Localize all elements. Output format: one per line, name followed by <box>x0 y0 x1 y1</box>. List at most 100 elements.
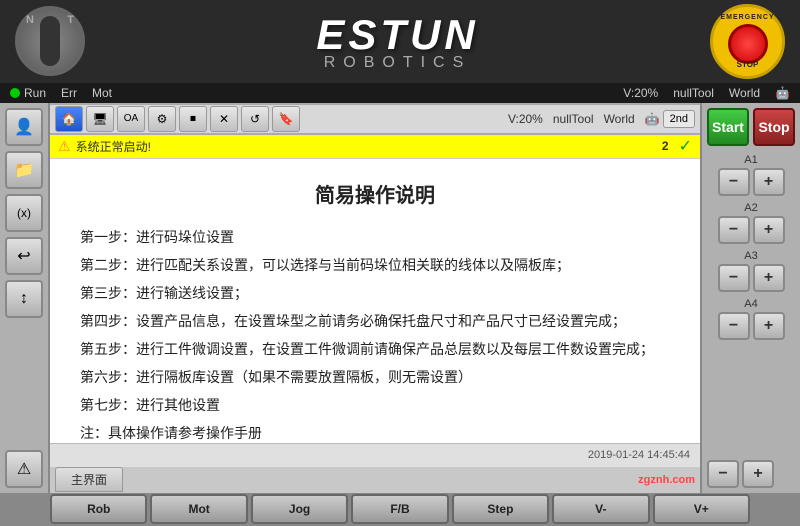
sidebar-btn-move[interactable]: ↕ <box>5 280 43 318</box>
home-icon: 🏠 <box>62 112 77 126</box>
toolbar-bookmark-btn[interactable]: 🔖 <box>272 106 300 132</box>
logo-estun: ESTUN <box>85 11 710 59</box>
a3-label: A3 <box>744 250 757 262</box>
logo-area: ESTUN ROBOTICS <box>85 11 710 72</box>
sidebar-btn-warning[interactable]: ⚠ <box>5 450 43 488</box>
cross-icon: ✕ <box>219 112 229 126</box>
world-display: World <box>604 112 635 126</box>
content-item-7: 注：具体操作请参考操作手册 <box>80 419 670 443</box>
main-area: 👤 📁 (x) ↩ ↕ ⚠ 🏠 <box>0 103 800 493</box>
warning-banner: ⚠ 系统正常启动! 2 ✓ <box>50 135 700 159</box>
a1-minus-btn[interactable]: − <box>718 168 750 196</box>
bottom-plus-btn[interactable]: + <box>742 460 774 488</box>
toolbar-cross-btn[interactable]: ✕ <box>210 106 238 132</box>
a1-label: A1 <box>744 154 757 166</box>
icon-status: 🤖 <box>775 86 790 100</box>
oa-icon: OA <box>124 113 138 124</box>
world-status: World <box>729 86 760 100</box>
key-switch[interactable]: N T <box>15 6 85 76</box>
mot-status: Mot <box>92 86 112 100</box>
sidebar-btn-arrow[interactable]: ↩ <box>5 237 43 275</box>
tab-main[interactable]: 主界面 <box>55 467 123 492</box>
emergency-text-top: EMERGENCY <box>720 14 774 21</box>
bottom-minus-btn[interactable]: − <box>707 460 739 488</box>
toolbar: 🏠 🖥 OA ⚙ ⏹ ✕ ↺ <box>50 103 700 135</box>
refresh-icon: ↺ <box>250 112 260 126</box>
joystick-icon: (x) <box>17 206 31 220</box>
err-status: Err <box>61 86 77 100</box>
tool-status: nullTool <box>673 86 714 100</box>
toolbar-stop-btn[interactable]: ⏹ <box>179 106 207 132</box>
a3-minus-btn[interactable]: − <box>718 264 750 292</box>
main-panel: 简易操作说明 第一步：进行码垛位设置第二步：进行匹配关系设置，可以选择与当前码垛… <box>50 159 700 443</box>
a2-minus-btn[interactable]: − <box>718 216 750 244</box>
toolbar-2nd-btn[interactable]: 2nd <box>663 110 695 128</box>
a3-plus-btn[interactable]: + <box>753 264 785 292</box>
content-item-5: 第六步：进行隔板库设置（如果不需要放置隔板，则无需设置） <box>80 363 670 391</box>
speed-status: V:20% <box>623 86 658 100</box>
toolbar-oa-btn[interactable]: OA <box>117 106 145 132</box>
logo-robotics: ROBOTICS <box>85 54 710 72</box>
run-label: Run <box>24 86 46 100</box>
mot-label: Mot <box>92 86 112 100</box>
header: N T ESTUN ROBOTICS EMERGENCY STOP <box>0 0 800 83</box>
folder-icon: 📁 <box>14 160 34 180</box>
sidebar-btn-user[interactable]: 👤 <box>5 108 43 146</box>
toolbar-refresh-btn[interactable]: ↺ <box>241 106 269 132</box>
stop-icon: ⏹ <box>190 111 196 126</box>
fb-button[interactable]: F/B <box>351 494 448 524</box>
v-plus-button[interactable]: V+ <box>653 494 750 524</box>
emergency-text-bottom: STOP <box>737 60 759 69</box>
warning-num: 2 <box>662 139 669 153</box>
warning-icon: ⚠ <box>17 459 31 479</box>
bottom-bar: Rob Mot Jog F/B Step V- V+ <box>0 493 800 526</box>
bottom-right-buttons: − + <box>707 460 795 488</box>
a3-buttons: − + <box>718 264 785 292</box>
a1-section: A1 − + <box>707 154 795 196</box>
a4-section: A4 − + <box>707 298 795 340</box>
a4-label: A4 <box>744 298 757 310</box>
content-item-0: 第一步：进行码垛位设置 <box>80 223 670 251</box>
start-button[interactable]: Start <box>707 108 749 146</box>
toolbar-home-btn[interactable]: 🏠 <box>55 106 83 132</box>
v-minus-button[interactable]: V- <box>552 494 649 524</box>
a2-section: A2 − + <box>707 202 795 244</box>
panel-title: 简易操作说明 <box>80 179 670 208</box>
emergency-button[interactable] <box>728 24 768 64</box>
a1-plus-btn[interactable]: + <box>753 168 785 196</box>
timestamp: 2019-01-24 14:45:44 <box>588 449 690 461</box>
a4-plus-btn[interactable]: + <box>753 312 785 340</box>
tool-display: nullTool <box>553 112 594 126</box>
content-item-4: 第五步：进行工件微调设置，在设置工件微调前请确保产品总层数以及每层工件数设置完成… <box>80 335 670 363</box>
rob-button[interactable]: Rob <box>50 494 147 524</box>
content-area: 🏠 🖥 OA ⚙ ⏹ ✕ ↺ <box>50 103 700 493</box>
content-item-2: 第三步：进行输送线设置； <box>80 279 670 307</box>
world-label: World <box>729 86 760 100</box>
user-icon: 👤 <box>14 117 34 137</box>
toolbar-info: V:20% nullTool World 🤖 <box>508 112 660 126</box>
mot-button[interactable]: Mot <box>150 494 247 524</box>
warning-text: 系统正常启动! <box>76 138 151 155</box>
content-item-1: 第二步：进行匹配关系设置，可以选择与当前码垛位相关联的线体以及隔板库； <box>80 251 670 279</box>
speed-label: V:20% <box>623 86 658 100</box>
a3-section: A3 − + <box>707 250 795 292</box>
step-button[interactable]: Step <box>452 494 549 524</box>
sidebar-btn-folder[interactable]: 📁 <box>5 151 43 189</box>
tool-label: nullTool <box>673 86 714 100</box>
run-dot <box>10 88 20 98</box>
settings-icon: ⚙ <box>157 112 168 126</box>
warning-triangle-icon: ⚠ <box>58 138 71 155</box>
a4-buttons: − + <box>718 312 785 340</box>
sidebar-btn-joystick[interactable]: (x) <box>5 194 43 232</box>
start-stop-group: Start Stop <box>707 108 795 146</box>
emergency-stop[interactable]: EMERGENCY STOP <box>710 4 785 79</box>
warning-check-icon: ✓ <box>679 136 692 156</box>
a2-plus-btn[interactable]: + <box>753 216 785 244</box>
jog-button[interactable]: Jog <box>251 494 348 524</box>
content-item-3: 第四步：设置产品信息，在设置垛型之前请务必确保托盘尺寸和产品尺寸已经设置完成； <box>80 307 670 335</box>
a4-minus-btn[interactable]: − <box>718 312 750 340</box>
toolbar-settings-btn[interactable]: ⚙ <box>148 106 176 132</box>
content-items: 第一步：进行码垛位设置第二步：进行匹配关系设置，可以选择与当前码垛位相关联的线体… <box>80 223 670 443</box>
toolbar-camera-btn[interactable]: 🖥 <box>86 106 114 132</box>
stop-button[interactable]: Stop <box>753 108 795 146</box>
